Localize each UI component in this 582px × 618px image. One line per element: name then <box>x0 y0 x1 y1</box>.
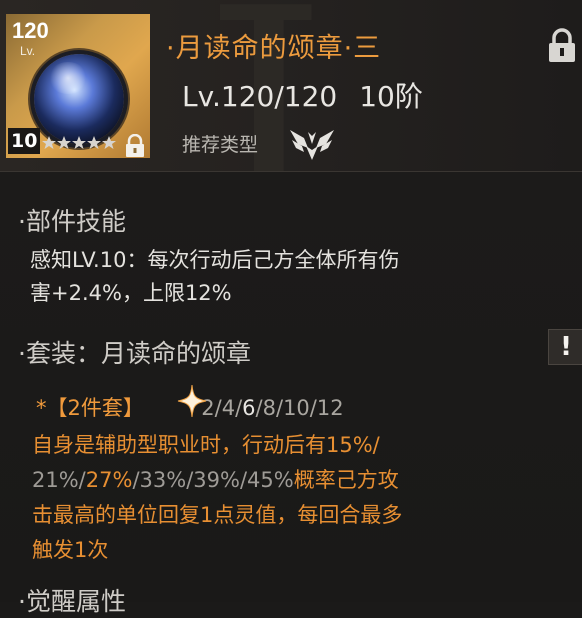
lock-icon[interactable] <box>546 28 578 64</box>
set-count-12: 12 <box>316 396 344 420</box>
level-line: Lv.120/120 10阶 <box>182 75 445 115</box>
set-heading: ·套装：月读命的颂章 <box>18 339 251 368</box>
sparkle-icon <box>177 384 207 418</box>
set-count-10: 10 <box>283 396 310 420</box>
awaken-heading: ·觉醒属性 <box>18 587 126 616</box>
set-effect-line-1: 自身是辅助型职业时，行动后有15%/ <box>32 433 380 457</box>
skill-line-1: 感知LV.10：每次行动后己方全体所有伤 <box>30 248 400 272</box>
set-effect-line-3: 击最高的单位回复1点灵值，每回合最多 <box>32 503 403 527</box>
set-effect: 自身是辅助型职业时，行动后有15%/ 21%/27%/33%/39%/45%概率… <box>32 428 522 568</box>
item-card-lv-label: Lv. <box>20 44 36 58</box>
item-title: ·月读命的颂章·三 <box>166 33 382 64</box>
set-count-6-active: 6 <box>242 396 256 420</box>
set-count-4: 4 <box>221 396 236 420</box>
skill-line-2: 害+2.4%，上限12% <box>30 281 232 305</box>
lock-icon[interactable] <box>124 134 146 158</box>
set-effect-line-2: 21%/27%/33%/39%/45%概率己方攻 <box>32 463 522 498</box>
skill-heading: ·部件技能 <box>18 207 126 236</box>
level-text: Lv.120/120 <box>182 80 338 113</box>
effect-27-active: 27% <box>85 468 133 492</box>
effect-tail: 概率己方攻 <box>293 468 399 492</box>
set-info-button[interactable]: ! <box>548 329 582 365</box>
effect-21: 21%/ <box>32 468 86 492</box>
gem-shine <box>48 62 88 94</box>
set-counts: 2/4/6/8/10/12 <box>201 396 344 420</box>
star-rating <box>42 136 116 149</box>
item-card[interactable]: 120 Lv. 10 <box>6 14 150 158</box>
set-effect-line-4: 触发1次 <box>32 538 109 562</box>
tier-text: 10阶 <box>359 80 423 113</box>
effect-rest: /33%/39%/45% <box>132 468 294 492</box>
set-count-8: 8 <box>262 396 276 420</box>
support-class-icon[interactable] <box>288 124 336 164</box>
set-tag: *【2件套】 <box>36 396 144 420</box>
item-card-level: 120 <box>12 18 49 43</box>
skill-description: 感知LV.10：每次行动后己方全体所有伤 害+2.4%，上限12% <box>30 244 530 310</box>
recommend-type-label: 推荐类型 <box>182 134 259 156</box>
item-card-rank: 10 <box>8 128 41 154</box>
